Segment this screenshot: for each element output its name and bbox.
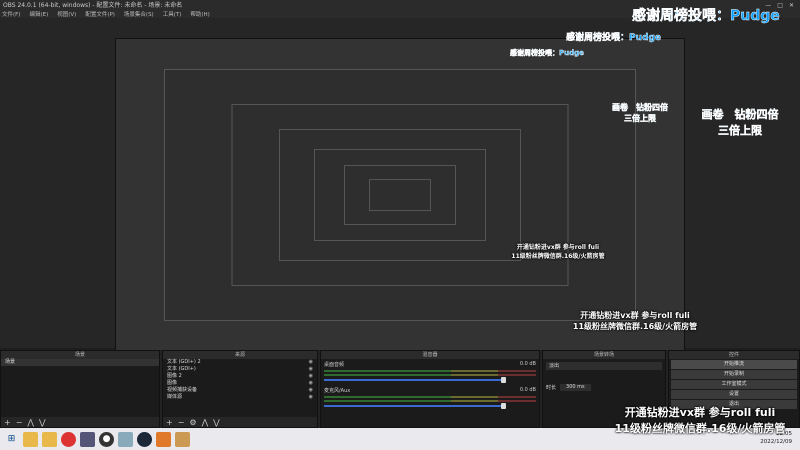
- promo-line2: 11级粉丝牌微信群.16级/火箭房管: [614, 422, 786, 435]
- duration-input[interactable]: 300 ms: [560, 384, 591, 391]
- menu-tools[interactable]: 工具(T): [163, 10, 182, 18]
- promo-line2: 11级粉丝牌微信群.16级/火箭房管: [511, 253, 605, 260]
- source-item[interactable]: 图像 2 ◉: [163, 373, 317, 380]
- eye-icon[interactable]: ◉: [309, 387, 313, 394]
- folder-icon[interactable]: [42, 431, 57, 447]
- track-name: 桌面音频: [324, 362, 345, 368]
- scenes-dock-toolbar: + − ⋀ ⋁: [1, 417, 159, 427]
- scroll-text: 画卷 钻粉四倍 三倍上限: [600, 102, 680, 124]
- source-label: 媒体源: [167, 394, 183, 400]
- scroll-line1: 画卷 钻粉四倍: [701, 108, 779, 121]
- menu-scene-collection[interactable]: 场景集合(S): [124, 10, 154, 18]
- eye-icon[interactable]: ◉: [309, 380, 313, 387]
- transitions-dock-title: 场景转场: [543, 351, 665, 359]
- chrome-icon[interactable]: [61, 431, 76, 447]
- add-icon[interactable]: +: [166, 418, 173, 427]
- clock-date: 2022/12/09: [760, 439, 792, 445]
- track-db: 0.0 dB: [519, 387, 536, 393]
- duration-label: 时长: [546, 385, 557, 391]
- transition-select[interactable]: 淡出: [546, 362, 662, 370]
- scroll-line1: 画卷 钻粉四倍: [612, 103, 668, 112]
- volume-fader[interactable]: [324, 403, 507, 409]
- start-streaming-button[interactable]: 开始推流: [671, 360, 797, 369]
- move-up-icon[interactable]: ⋀: [27, 418, 34, 427]
- window-title: OBS 24.0.1 (64-bit, windows) - 配置文件: 未命名…: [3, 2, 183, 9]
- scene-item[interactable]: 场景: [1, 359, 159, 366]
- studio-mode-button[interactable]: 工作室模式: [671, 380, 797, 389]
- nested-preview: [369, 179, 431, 212]
- source-label: 视频捕获设备: [167, 387, 198, 393]
- eye-icon[interactable]: ◉: [309, 373, 313, 380]
- gear-icon[interactable]: ⚙: [189, 418, 196, 427]
- scroll-line2: 三倍上限: [718, 124, 762, 137]
- sources-dock-title: 来源: [163, 351, 317, 359]
- sources-dock: 来源 文本 (GDI+) 2 ◉ 文本 (GDI+) ◉ 图像 2 ◉ 图像 ◉ 视频捕…: [162, 350, 318, 428]
- promo-line1: 开通钻粉进vx群 参与roll fuli: [516, 244, 600, 251]
- track-name: 麦克风/Aux: [324, 388, 351, 394]
- eye-icon[interactable]: ◉: [309, 359, 313, 366]
- promo-text: 开通钻粉进vx群 参与roll fuli 11级粉丝牌微信群.16级/火箭房管: [555, 310, 715, 332]
- remove-icon[interactable]: −: [16, 418, 23, 427]
- promo-line2: 11级粉丝牌微信群.16级/火箭房管: [572, 322, 698, 331]
- mixer-track: 麦克风/Aux 0.0 dB: [324, 387, 536, 409]
- fader-handle[interactable]: [501, 403, 507, 409]
- thanks-text: 感谢周榜投喂：Pudge: [510, 49, 584, 57]
- volume-meter: [324, 370, 536, 372]
- source-item[interactable]: 文本 (GDI+) 2 ◉: [163, 359, 317, 366]
- app-icon[interactable]: [156, 431, 171, 447]
- scenes-dock: 场景 场景 + − ⋀ ⋁: [0, 350, 160, 428]
- photos-icon[interactable]: [118, 431, 133, 447]
- mixer-dock: 混音器 桌面音频 0.0 dB 麦克风/Aux 0.0 dB: [320, 350, 540, 428]
- folder-icon[interactable]: [23, 431, 38, 447]
- menu-file[interactable]: 文件(F): [2, 10, 20, 18]
- volume-fader[interactable]: [324, 377, 507, 383]
- start-recording-button[interactable]: 开始录制: [671, 370, 797, 379]
- eye-icon[interactable]: ◉: [309, 394, 313, 401]
- source-label: 文本 (GDI+) 2: [167, 359, 201, 365]
- scroll-text: 画卷 钻粉四倍 三倍上限: [690, 106, 790, 138]
- volume-meter: [324, 374, 536, 376]
- source-label: 图像: [167, 380, 178, 386]
- sources-dock-toolbar: + − ⚙ ⋀ ⋁: [163, 417, 317, 427]
- source-label: 文本 (GDI+): [167, 366, 196, 372]
- preview-area[interactable]: 感谢周榜投喂：Pudge 感谢周榜投喂：Pudge 感谢周榜投喂：Pudge 画…: [0, 8, 800, 366]
- menu-profile[interactable]: 配置文件(P): [85, 10, 115, 18]
- steam-icon[interactable]: [137, 431, 152, 447]
- source-item[interactable]: 文本 (GDI+) ◉: [163, 366, 317, 373]
- volume-meter: [324, 396, 536, 398]
- promo-text: 开通钻粉进vx群 参与roll fuli 11级粉丝牌微信群.16级/火箭房管: [600, 404, 800, 436]
- track-db: 0.0 dB: [519, 361, 536, 367]
- source-label: 图像 2: [167, 373, 182, 379]
- source-item[interactable]: 视频捕获设备 ◉: [163, 387, 317, 394]
- windows-start-icon[interactable]: ⊞: [4, 432, 19, 447]
- app-icon[interactable]: [175, 431, 190, 447]
- thanks-text: 感谢周榜投喂：Pudge: [632, 8, 780, 24]
- menu-edit[interactable]: 编辑(E): [29, 10, 48, 18]
- promo-line1: 开通钻粉进vx群 参与roll fuli: [580, 311, 690, 320]
- mixer-track: 桌面音频 0.0 dB: [324, 361, 536, 383]
- scroll-line2: 三倍上限: [624, 114, 656, 123]
- scenes-dock-title: 场景: [1, 351, 159, 359]
- move-down-icon[interactable]: ⋁: [213, 418, 220, 427]
- source-item[interactable]: 图像 ◉: [163, 380, 317, 387]
- controls-dock-title: 控件: [669, 351, 799, 359]
- eye-icon[interactable]: ◉: [309, 366, 313, 373]
- menu-help[interactable]: 帮助(H): [190, 10, 209, 18]
- fader-handle[interactable]: [501, 377, 507, 383]
- add-icon[interactable]: +: [4, 418, 11, 427]
- settings-button[interactable]: 设置: [671, 390, 797, 399]
- mixer-dock-title: 混音器: [321, 351, 539, 359]
- app-icon[interactable]: [80, 431, 95, 447]
- remove-icon[interactable]: −: [178, 418, 185, 427]
- move-up-icon[interactable]: ⋀: [202, 418, 209, 427]
- promo-text: 开通钻粉进vx群 参与roll fuli 11级粉丝牌微信群.16级/火箭房管: [503, 242, 613, 260]
- volume-meter: [324, 400, 536, 402]
- move-down-icon[interactable]: ⋁: [39, 418, 46, 427]
- source-item[interactable]: 媒体源 ◉: [163, 394, 317, 401]
- obs-icon[interactable]: ●: [99, 431, 114, 447]
- menu-view[interactable]: 视图(V): [57, 10, 76, 18]
- promo-line1: 开通钻粉进vx群 参与roll fuli: [624, 406, 776, 419]
- thanks-text: 感谢周榜投喂：Pudge: [566, 33, 661, 43]
